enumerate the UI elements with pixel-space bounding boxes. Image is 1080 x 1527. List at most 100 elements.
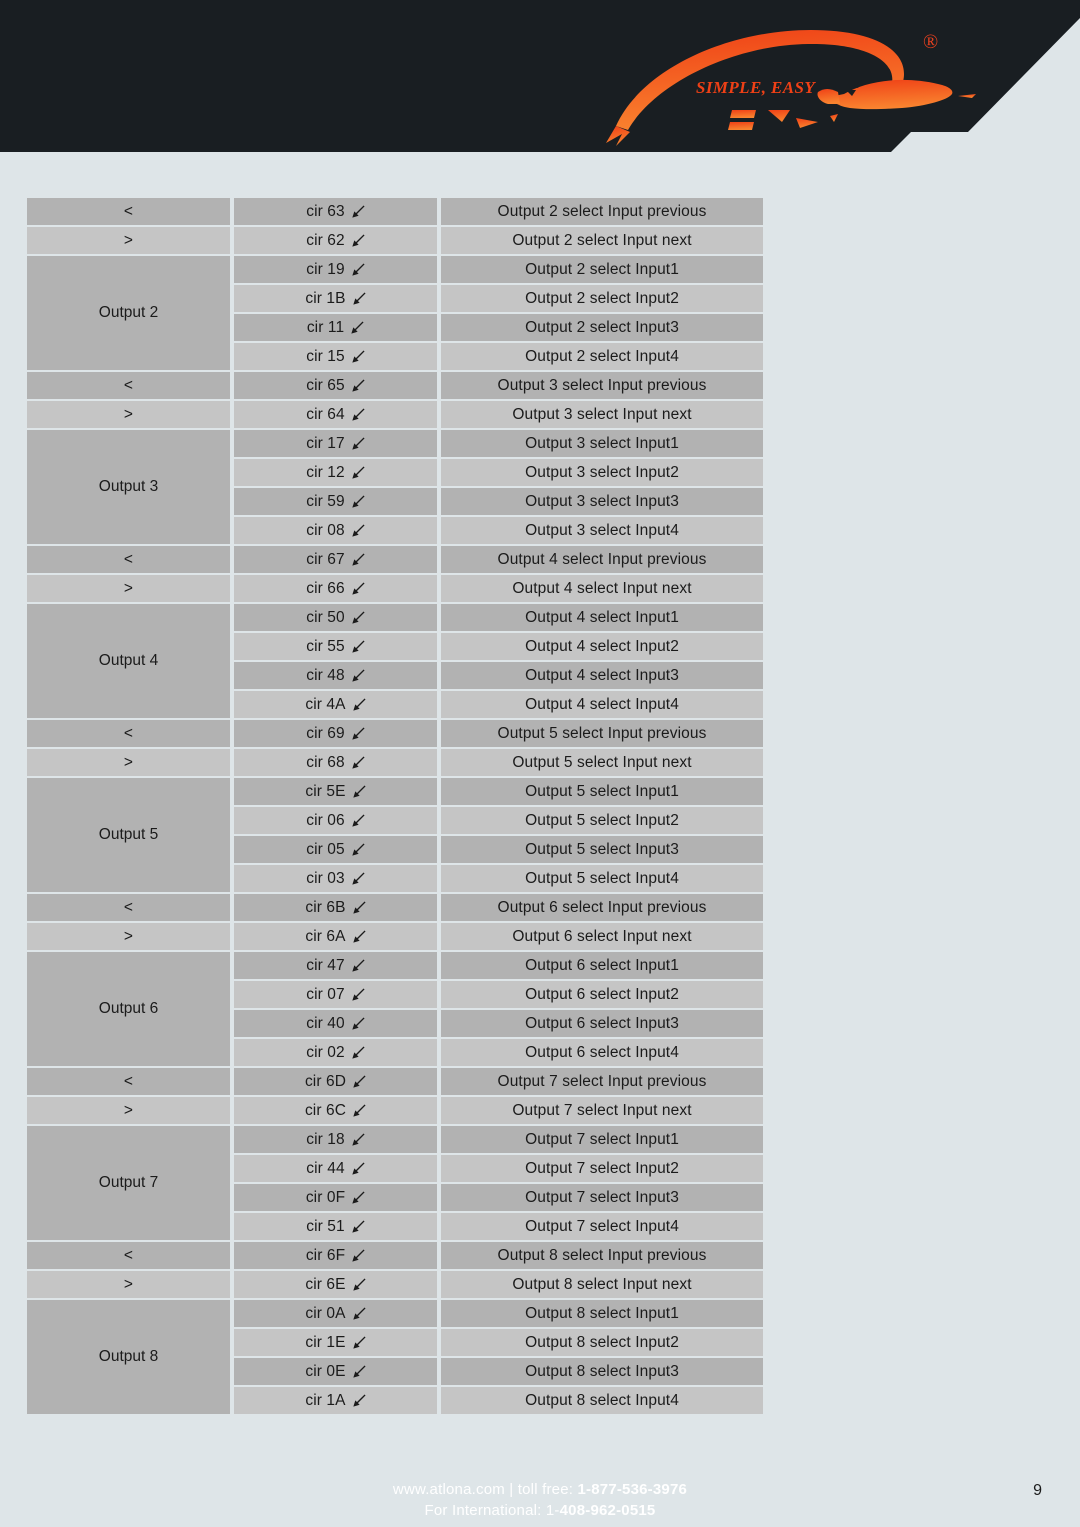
ir-code-cell: cir 03 <box>234 865 437 892</box>
ir-code-label: cir 50 <box>306 608 345 626</box>
command-description-label: Output 4 select Input next <box>512 579 692 597</box>
ir-code-cell: cir 05 <box>234 836 437 863</box>
command-description-label: Output 7 select Input1 <box>525 1130 679 1148</box>
table-row: cir 59 Output 3 select Input3 <box>234 488 763 515</box>
arrow-down-left-icon <box>351 698 366 713</box>
ir-code-label: cir 19 <box>306 260 345 278</box>
nav-direction-label: > <box>123 231 134 249</box>
table-row: cir 0F Output 7 select Input3 <box>234 1184 763 1211</box>
arrow-down-left-icon <box>350 959 365 974</box>
ir-code-label: cir 40 <box>306 1014 345 1032</box>
nav-direction-cell: < <box>27 1242 230 1269</box>
arrow-down-left-icon <box>350 553 365 568</box>
arrow-down-left-icon <box>351 785 366 800</box>
ir-code-label: cir 11 <box>306 318 345 336</box>
output-group-label: Output 6 <box>98 1000 159 1017</box>
command-description-cell: Output 3 select Input4 <box>441 517 763 544</box>
ir-code-cell: cir 18 <box>234 1126 437 1153</box>
command-description-label: Output 5 select Input next <box>512 753 692 771</box>
ir-code-cell: cir 66 <box>234 575 437 602</box>
output-group-label: Output 7 <box>98 1174 159 1191</box>
footer-website-text: www.atlona.com | toll free: <box>392 1481 578 1498</box>
output-group-label-cell: Output 5 <box>27 778 230 892</box>
table-row: cir 1A Output 8 select Input4 <box>234 1387 763 1414</box>
output-group-rows: cir 50 Output 4 select Input1 cir 55 Output… <box>234 604 763 718</box>
table-row: cir 08 Output 3 select Input4 <box>234 517 763 544</box>
command-description-cell: Output 2 select Input1 <box>441 256 763 283</box>
table-row: < cir 6F Output 8 select Input previous <box>27 1242 763 1269</box>
table-row: cir 15 Output 2 select Input4 <box>234 343 763 370</box>
ir-command-table: < cir 63 Output 2 select Input previous > ci… <box>27 198 763 1414</box>
page-header: SIMPLE, EASY ® <box>0 0 1080 152</box>
table-row: cir 40 Output 6 select Input3 <box>234 1010 763 1037</box>
command-description-cell: Output 5 select Input4 <box>441 865 763 892</box>
table-row: > cir 6A Output 6 select Input next <box>27 923 763 950</box>
output-group-label-cell: Output 2 <box>27 256 230 370</box>
nav-direction-cell: > <box>27 749 230 776</box>
command-description-label: Output 8 select Input1 <box>525 1304 679 1322</box>
command-description-cell: Output 6 select Input4 <box>441 1039 763 1066</box>
ir-code-cell: cir 1E <box>234 1329 437 1356</box>
output-group-label-cell: Output 6 <box>27 952 230 1066</box>
command-description-cell: Output 7 select Input next <box>441 1097 763 1124</box>
arrow-down-left-icon <box>351 1278 366 1293</box>
command-description-label: Output 5 select Input2 <box>525 811 679 829</box>
command-description-label: Output 2 select Input4 <box>525 347 679 365</box>
ir-code-cell: cir 65 <box>234 372 437 399</box>
ir-code-cell: cir 08 <box>234 517 437 544</box>
table-row: cir 55 Output 4 select Input2 <box>234 633 763 660</box>
command-description-cell: Output 6 select Input1 <box>441 952 763 979</box>
command-description-label: Output 8 select Input4 <box>525 1391 679 1409</box>
ir-code-label: cir 47 <box>306 956 345 974</box>
ir-code-cell: cir 02 <box>234 1039 437 1066</box>
command-description-cell: Output 5 select Input next <box>441 749 763 776</box>
ir-code-cell: cir 12 <box>234 459 437 486</box>
table-row: cir 0A Output 8 select Input1 <box>234 1300 763 1327</box>
command-description-cell: Output 6 select Input next <box>441 923 763 950</box>
ir-code-cell: cir 59 <box>234 488 437 515</box>
table-row: < cir 6D Output 7 select Input previous <box>27 1068 763 1095</box>
nav-direction-cell: > <box>27 1097 230 1124</box>
arrow-down-left-icon <box>350 1133 365 1148</box>
nav-direction-label: > <box>123 405 134 423</box>
arrow-down-left-icon <box>350 350 365 365</box>
output-group: < cir 6F Output 8 select Input previous > ci… <box>27 1242 763 1414</box>
ir-code-label: cir 6C <box>304 1101 347 1119</box>
table-row: cir 4A Output 4 select Input4 <box>234 691 763 718</box>
ir-code-label: cir 0A <box>305 1304 346 1322</box>
arrow-down-left-icon <box>350 1017 365 1032</box>
command-description-cell: Output 8 select Input next <box>441 1271 763 1298</box>
nav-direction-cell: < <box>27 1068 230 1095</box>
ir-code-cell: cir 6F <box>234 1242 437 1269</box>
command-description-cell: Output 3 select Input next <box>441 401 763 428</box>
arrow-down-left-icon <box>350 814 365 829</box>
arrow-down-left-icon <box>350 205 365 220</box>
output-group-block: Output 6 cir 47 Output 6 select Input1 cir … <box>27 952 763 1066</box>
table-row: cir 51 Output 7 select Input4 <box>234 1213 763 1240</box>
command-description-cell: Output 4 select Input next <box>441 575 763 602</box>
command-description-cell: Output 3 select Input1 <box>441 430 763 457</box>
arrow-down-left-icon <box>350 437 365 452</box>
nav-direction-label: < <box>123 1246 134 1264</box>
command-description-cell: Output 8 select Input previous <box>441 1242 763 1269</box>
table-row: > cir 62 Output 2 select Input next <box>27 227 763 254</box>
table-row: cir 19 Output 2 select Input1 <box>234 256 763 283</box>
arrow-down-left-icon <box>350 1249 365 1264</box>
table-row: cir 02 Output 6 select Input4 <box>234 1039 763 1066</box>
command-description-label: Output 5 select Input previous <box>497 724 707 742</box>
ir-code-cell: cir 19 <box>234 256 437 283</box>
nav-direction-label: > <box>123 1101 134 1119</box>
command-description-label: Output 3 select Input1 <box>525 434 679 452</box>
output-group: < cir 6B Output 6 select Input previous > ci… <box>27 894 763 1066</box>
table-row: < cir 63 Output 2 select Input previous <box>27 198 763 225</box>
ir-code-cell: cir 6A <box>234 923 437 950</box>
command-description-cell: Output 8 select Input2 <box>441 1329 763 1356</box>
ir-code-label: cir 65 <box>306 376 345 394</box>
ir-code-label: cir 51 <box>306 1217 345 1235</box>
command-description-cell: Output 2 select Input4 <box>441 343 763 370</box>
table-row: cir 06 Output 5 select Input2 <box>234 807 763 834</box>
command-description-label: Output 7 select Input previous <box>497 1072 707 1090</box>
registered-trademark-icon: ® <box>923 31 939 53</box>
nav-direction-cell: > <box>27 923 230 950</box>
command-description-cell: Output 6 select Input3 <box>441 1010 763 1037</box>
